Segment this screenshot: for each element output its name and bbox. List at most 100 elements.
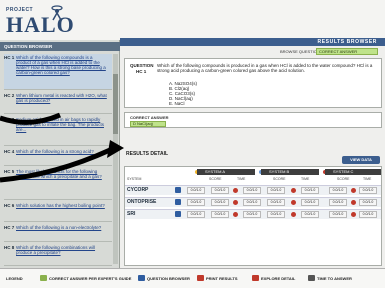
question-list-item[interactable]: HC 4 Which of the following is a strong …	[4, 148, 112, 166]
header: PROJECT HALO	[0, 0, 385, 40]
explore-detail-icon[interactable]	[351, 212, 356, 217]
logo-halo-text: HALO	[6, 12, 75, 37]
results-detail-title: RESULTS DETAIL	[126, 151, 169, 157]
question-link[interactable]: Which of the following combinations will…	[16, 245, 108, 255]
explore-detail-icon[interactable]	[291, 212, 296, 217]
time-subheader: TIME	[363, 177, 372, 181]
result-cell[interactable]: 0.0/1.0	[267, 199, 285, 206]
time-to-answer-icon	[308, 275, 315, 281]
question-list-item[interactable]: HC 5 The most likely products for the fo…	[4, 168, 112, 200]
question-text: Which of the following compounds is prod…	[157, 63, 373, 73]
result-cell[interactable]: 0.0/1.0	[359, 199, 377, 206]
time-subheader: TIME	[237, 177, 246, 181]
explore-detail-icon[interactable]	[351, 188, 356, 193]
explore-detail-icon[interactable]	[233, 200, 238, 205]
question-link[interactable]: Which of the following is a non-electrol…	[16, 225, 108, 230]
result-cell[interactable]: 0.0/1.0	[211, 211, 229, 218]
explore-detail-icon[interactable]	[233, 188, 238, 193]
question-browser-sidebar: QUESTION BROWSER HC 1 Which of the follo…	[0, 40, 120, 268]
app-window: PROJECT HALO RESULTS BROWSER QUESTION BR…	[0, 0, 385, 288]
result-cell[interactable]: 0.0/1.0	[329, 211, 347, 218]
result-cell[interactable]: 0.0/1.0	[243, 199, 261, 206]
result-cell[interactable]: 0.0/1.0	[187, 187, 205, 194]
question-label: QUESTION	[130, 63, 154, 68]
question-list-item[interactable]: HC 7 Which of the following is a non-ele…	[4, 224, 112, 242]
result-cell[interactable]: 0.0/1.0	[301, 211, 319, 218]
question-number: HC 1	[136, 69, 147, 74]
question-number: HC 1	[4, 55, 15, 60]
sidebar-header: QUESTION BROWSER	[0, 42, 120, 51]
question-browser-icon[interactable]	[175, 211, 181, 217]
legend-item: TIME TO ANSWER	[317, 276, 352, 281]
time-subheader: TIME	[301, 177, 310, 181]
row-system-name: CYCORP	[127, 187, 149, 193]
answer-option: E. NaCl	[169, 101, 185, 106]
legend-bar: LEGEND CORRECT ANSWER PER EXPERT'S GUIDE…	[0, 268, 385, 288]
question-browser-icon[interactable]	[175, 199, 181, 205]
halo-figure-icon	[51, 5, 63, 21]
legend-item: EXPLORE DETAIL	[261, 276, 296, 281]
legend-item: CORRECT ANSWER PER EXPERT'S GUIDE	[49, 276, 132, 281]
question-number: HC 6	[4, 203, 15, 208]
result-cell[interactable]: 0.0/1.0	[211, 199, 229, 206]
score-subheader: SCORE	[273, 177, 286, 181]
print-results-icon	[197, 275, 204, 281]
question-number: HC 2	[4, 93, 15, 98]
row-system-name: ONTOPRISE	[127, 199, 157, 205]
correct-answer-label: CORRECT ANSWER	[130, 115, 169, 120]
result-cell[interactable]: 0.0/1.0	[243, 187, 261, 194]
question-link[interactable]: Which of the following is a strong acid?	[16, 149, 108, 154]
system-a-header: SYSTEM A	[197, 169, 255, 175]
question-list-item[interactable]: HC 6 Which solution has the highest boil…	[4, 202, 112, 222]
question-browser-icon[interactable]	[175, 187, 181, 193]
result-cell[interactable]: 0.0/1.0	[187, 199, 205, 206]
explore-detail-icon[interactable]	[291, 188, 296, 193]
answer-options: A. Na2SO4(s) B. Cl2(aq) C. CaCO3(s) D. N…	[169, 81, 197, 106]
score-subheader: SCORE	[337, 177, 350, 181]
sub-toolbar: BROWSE QUESTIONS CORRECT ANSWER	[120, 48, 385, 56]
scrollbar-thumb[interactable]	[113, 74, 118, 134]
sidebar-scrollbar[interactable]	[113, 54, 118, 264]
question-number: HC 5	[4, 169, 15, 174]
system-c-header: SYSTEM C	[325, 169, 381, 175]
explore-detail-icon[interactable]	[291, 200, 296, 205]
system-column-header: SYSTEM	[127, 177, 142, 181]
result-cell[interactable]: 0.0/1.0	[243, 211, 261, 218]
page-title: RESULTS BROWSER	[317, 39, 377, 45]
row-system-name: SRI	[127, 211, 136, 217]
question-link[interactable]: When lithium metal is reacted with H2O, …	[16, 93, 108, 103]
question-link[interactable]: Which of the following compounds is a pr…	[16, 55, 108, 75]
question-list-item[interactable]: HC 8 Which of the following combinations…	[4, 244, 112, 266]
score-subheader: SCORE	[209, 177, 222, 181]
project-halo-logo[interactable]: PROJECT HALO	[6, 5, 76, 37]
explore-detail-icon[interactable]	[351, 200, 356, 205]
result-cell[interactable]: 0.0/1.0	[301, 199, 319, 206]
system-b-header: SYSTEM B	[261, 169, 319, 175]
question-number: HC 8	[4, 245, 15, 250]
question-panel: QUESTION HC 1 Which of the following com…	[124, 58, 382, 108]
result-cell[interactable]: 0.0/1.0	[329, 199, 347, 206]
result-cell[interactable]: 0.0/1.0	[301, 187, 319, 194]
sidebar-title: QUESTION BROWSER	[4, 44, 53, 49]
question-number: HC 4	[4, 149, 15, 154]
question-list-item[interactable]: HC 1 Which of the following compounds is…	[4, 54, 112, 90]
question-link[interactable]: Sodium azide is used in air bags to rapi…	[16, 117, 108, 132]
result-cell[interactable]: 0.0/1.0	[329, 187, 347, 194]
result-cell[interactable]: 0.0/1.0	[267, 211, 285, 218]
result-cell[interactable]: 0.0/1.0	[359, 211, 377, 218]
explore-detail-icon	[252, 275, 259, 281]
results-table: SYSTEM A SYSTEM B SYSTEM C SYSTEM SCORE …	[124, 166, 382, 266]
legend-item: QUESTION BROWSER	[147, 276, 190, 281]
result-cell[interactable]: 0.0/1.0	[267, 187, 285, 194]
question-list-item[interactable]: HC 2 When lithium metal is reacted with …	[4, 92, 112, 114]
view-data-button[interactable]: VIEW DATA	[342, 156, 380, 164]
result-cell[interactable]: 0.0/1.0	[359, 187, 377, 194]
question-link[interactable]: The most likely products for the followi…	[16, 169, 108, 179]
question-link[interactable]: Which solution has the highest boiling p…	[16, 203, 108, 208]
explore-detail-icon[interactable]	[233, 212, 238, 217]
correct-answer-value: D NaCl(aq)	[130, 121, 166, 127]
result-cell[interactable]: 0.0/1.0	[187, 211, 205, 218]
result-cell[interactable]: 0.0/1.0	[211, 187, 229, 194]
question-number: HC 7	[4, 225, 15, 230]
question-list-item[interactable]: HC 3 Sodium azide is used in air bags to…	[4, 116, 112, 146]
